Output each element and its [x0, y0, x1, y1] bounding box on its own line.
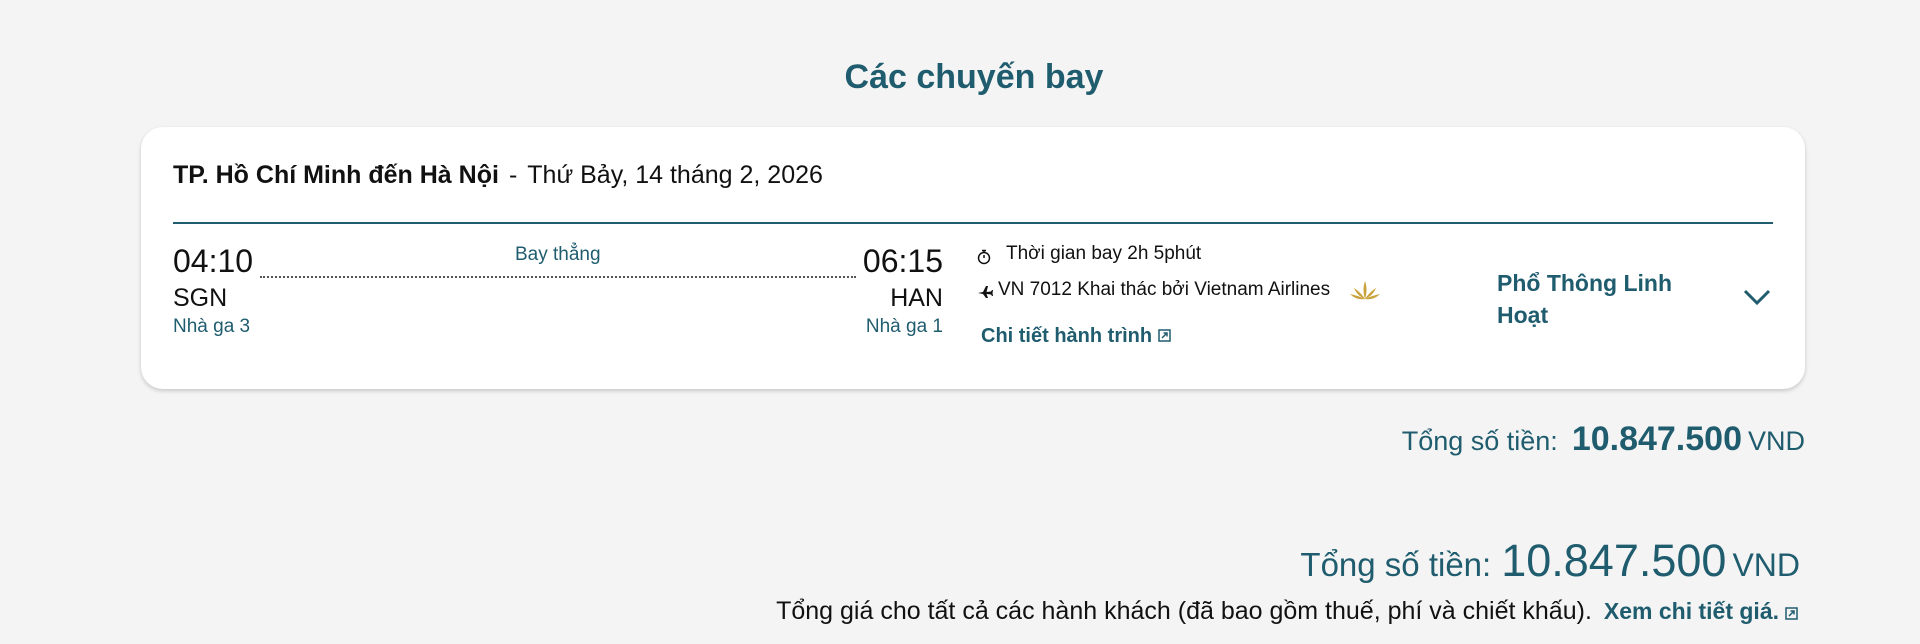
flight-duration: Thời gian bay 2h 5phút: [1006, 243, 1202, 264]
fare-class[interactable]: Phổ Thông Linh Hoạt: [1497, 267, 1697, 331]
arrival-airport-code: HAN: [890, 284, 943, 312]
flight-number-operator: VN 7012 Khai thác bởi Vietnam Airlines: [998, 279, 1331, 300]
itinerary-details-label: Chi tiết hành trình: [981, 325, 1153, 347]
subtotal-amount: 10.847.500: [1571, 420, 1742, 458]
total-note-text: Tổng giá cho tất cả các hành khách (đã b…: [776, 597, 1592, 625]
chevron-down-icon[interactable]: [1742, 287, 1772, 307]
lotus-logo-icon: [1349, 279, 1381, 303]
arrival-time: 06:15: [862, 243, 943, 279]
stops-label: Bay thẳng: [515, 244, 601, 265]
route-name: TP. Hồ Chí Minh đến Hà Nội: [173, 161, 499, 189]
external-link-icon: [1785, 599, 1798, 626]
grand-total-currency: VND: [1732, 547, 1800, 583]
plane-icon: [977, 285, 993, 299]
flight-date: Thứ Bảy, 14 tháng 2, 2026: [527, 161, 823, 189]
departure-terminal: Nhà ga 3: [173, 316, 251, 337]
card-divider: [173, 222, 1773, 224]
external-link-icon: [1158, 325, 1171, 348]
subtotal: Tổng số tiền: 10.847.500 VND: [1402, 420, 1805, 459]
grand-total-label: Tổng số tiền:: [1300, 546, 1492, 583]
total-note: Tổng giá cho tất cả các hành khách (đã b…: [776, 597, 1798, 626]
price-detail-link[interactable]: Xem chi tiết giá.: [1604, 598, 1798, 624]
arrival-terminal: Nhà ga 1: [865, 316, 943, 337]
route-separator: -: [508, 161, 518, 189]
departure-airport-code: SGN: [173, 284, 228, 312]
route-line: [260, 276, 856, 278]
flight-card: TP. Hồ Chí Minh đến Hà Nội - Thứ Bảy, 14 t…: [141, 127, 1805, 389]
subtotal-label: Tổng số tiền:: [1401, 426, 1558, 456]
price-detail-label: Xem chi tiết giá.: [1603, 598, 1779, 624]
route-heading: TP. Hồ Chí Minh đến Hà Nội - Thứ Bảy, 14 t…: [173, 161, 823, 190]
subtotal-currency: VND: [1747, 426, 1805, 456]
grand-total: Tổng số tiền: 10.847.500 VND: [1300, 535, 1800, 587]
stopwatch-icon: [977, 249, 991, 265]
itinerary-details-link[interactable]: Chi tiết hành trình: [981, 325, 1171, 348]
departure-time: 04:10: [173, 243, 254, 279]
page-title: Các chuyến bay: [844, 58, 1104, 96]
grand-total-amount: 10.847.500: [1501, 535, 1727, 586]
